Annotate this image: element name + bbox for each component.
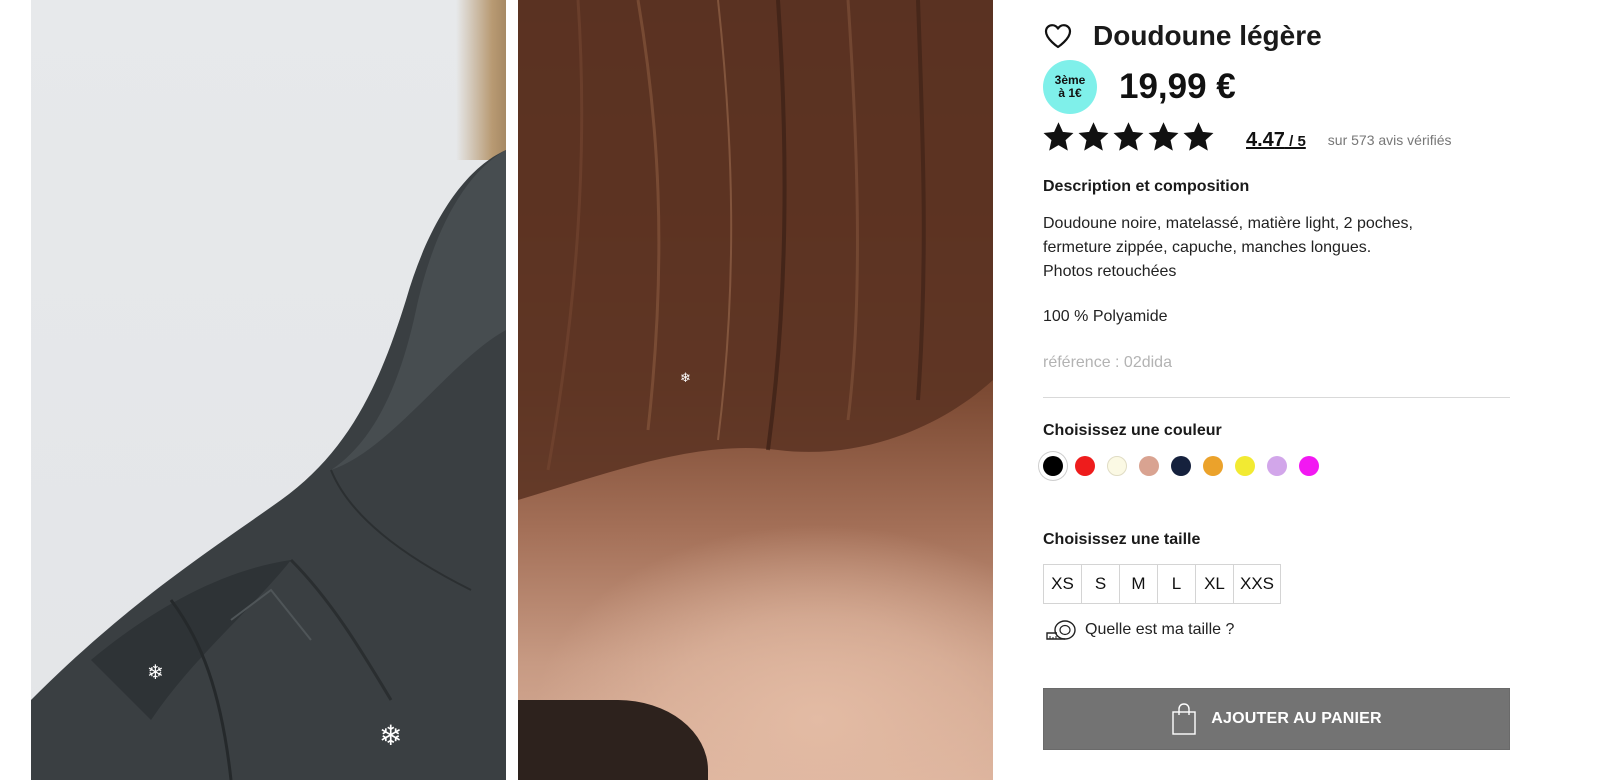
- size-title: Choisissez une taille: [1043, 531, 1201, 548]
- promo-line-2: à 1€: [1058, 86, 1082, 100]
- star-icon: [1043, 122, 1074, 158]
- price-row: 3ème à 1€ 19,99 €: [1043, 60, 1236, 114]
- color-swatch[interactable]: [1203, 456, 1223, 476]
- snowflake-icon: ❄: [379, 719, 403, 752]
- rating-row: 4.47 / 5 sur 573 avis vérifiés: [1043, 122, 1452, 158]
- color-swatch[interactable]: [1075, 456, 1095, 476]
- star-icon: [1183, 122, 1214, 158]
- product-photo-jacket[interactable]: ❄ ❄: [31, 0, 506, 780]
- color-swatch[interactable]: [1267, 456, 1287, 476]
- star-icon: [1078, 122, 1109, 158]
- size-guide-label: Quelle est ma taille ?: [1085, 621, 1235, 638]
- jacket-shape: [31, 150, 506, 780]
- size-option[interactable]: XXS: [1233, 564, 1281, 604]
- add-to-cart-label: AJOUTER AU PANIER: [1211, 710, 1382, 727]
- description-line: Doudoune noire, matelassé, matière light…: [1043, 215, 1413, 232]
- product-description: Doudoune noire, matelassé, matière light…: [1043, 212, 1503, 284]
- add-to-cart-button[interactable]: AJOUTER AU PANIER: [1043, 688, 1510, 750]
- title-row: Doudoune légère: [1043, 16, 1322, 56]
- size-selector: XS S M L XL XXS: [1043, 564, 1281, 604]
- measuring-tape-icon: [1046, 620, 1076, 640]
- product-photo-hair[interactable]: ❄: [518, 0, 993, 780]
- size-option[interactable]: M: [1119, 564, 1158, 604]
- product-price: 19,99 €: [1119, 67, 1236, 106]
- snowflake-icon: ❄: [147, 660, 164, 684]
- star-icon: [1113, 122, 1144, 158]
- size-option[interactable]: XS: [1043, 564, 1082, 604]
- product-gallery: ❄ ❄ ❄: [0, 0, 1000, 780]
- product-composition: 100 % Polyamide: [1043, 308, 1168, 325]
- color-swatches: [1043, 456, 1319, 476]
- color-swatch[interactable]: [1299, 456, 1319, 476]
- shopping-bag-icon: [1172, 703, 1196, 735]
- product-title: Doudoune légère: [1093, 20, 1322, 51]
- heart-icon[interactable]: [1043, 21, 1073, 51]
- color-swatch[interactable]: [1107, 456, 1127, 476]
- product-panel: Doudoune légère 3ème à 1€ 19,99 € 4.47 /…: [1043, 0, 1513, 780]
- color-swatch[interactable]: [1171, 456, 1191, 476]
- rating-score: 4.47: [1246, 128, 1285, 151]
- snowflake-icon: ❄: [680, 371, 691, 386]
- rating-score-link[interactable]: 4.47 / 5: [1246, 129, 1306, 152]
- color-swatch[interactable]: [1139, 456, 1159, 476]
- star-icon: [1148, 122, 1179, 158]
- divider: [1043, 397, 1510, 398]
- color-title: Choisissez une couleur: [1043, 422, 1222, 439]
- size-option[interactable]: L: [1157, 564, 1196, 604]
- color-swatch[interactable]: [1235, 456, 1255, 476]
- size-guide-link[interactable]: Quelle est ma taille ?: [1043, 618, 1234, 642]
- description-line: fermeture zippée, capuche, manches longu…: [1043, 239, 1372, 256]
- size-option[interactable]: S: [1081, 564, 1120, 604]
- hair-strands: [518, 0, 993, 500]
- description-line: Photos retouchées: [1043, 263, 1177, 280]
- color-swatch[interactable]: [1043, 456, 1063, 476]
- rating-stars: [1043, 122, 1214, 158]
- description-title: Description et composition: [1043, 178, 1250, 195]
- rating-out-of: / 5: [1284, 132, 1306, 150]
- promo-badge: 3ème à 1€: [1043, 60, 1097, 114]
- size-option[interactable]: XL: [1195, 564, 1234, 604]
- rating-count: sur 573 avis vérifiés: [1327, 132, 1452, 148]
- product-reference: référence : 02dida: [1043, 354, 1172, 371]
